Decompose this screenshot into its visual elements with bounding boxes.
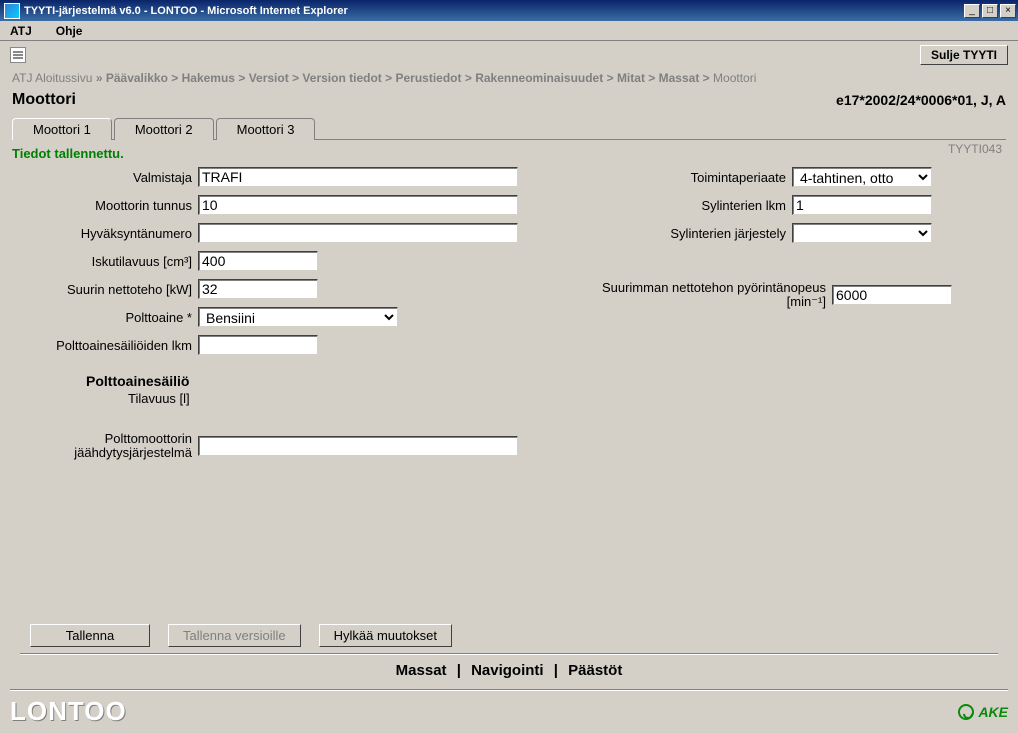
label-rpm: Suurimman nettotehon pyörintänopeus [min… [552,281,832,309]
breadcrumb-sep: > [238,71,245,85]
breadcrumb-item[interactable]: Päävalikko [106,71,168,85]
breadcrumb-sep: > [292,71,299,85]
input-valmistaja[interactable] [198,167,518,187]
document-icon[interactable] [10,47,26,63]
nav-sep: | [455,662,463,679]
form-panel: TYYTI043 Tiedot tallennettu. Valmistaja … [0,140,1018,468]
label-syl-lkm: Sylinterien lkm [552,198,792,213]
select-polttoaine[interactable]: Bensiini [198,307,398,327]
breadcrumb-item[interactable]: Rakenneominaisuudet [475,71,603,85]
menu-ohje[interactable]: Ohje [56,24,83,38]
input-jaahdytys[interactable] [198,436,518,456]
input-rpm[interactable] [832,285,952,305]
footer: LONTOO AKE [10,696,1008,727]
breadcrumb-sep: > [385,71,392,85]
right-column: Toimintaperiaate 4-tahtinen, otto Sylint… [552,167,1006,468]
breadcrumb-item[interactable]: Version tiedot [302,71,381,85]
select-syl-jarjestely[interactable] [792,223,932,243]
discard-button[interactable]: Hylkää muutokset [319,624,452,647]
app-icon [4,3,20,19]
input-hyvaksyntanumero[interactable] [198,223,518,243]
page-header: Moottori e17*2002/24*0006*01, J, A [0,89,1018,115]
input-sailioiden-lkm[interactable] [198,335,318,355]
breadcrumb-item[interactable]: Hakemus [182,71,235,85]
tab-moottori-3[interactable]: Moottori 3 [216,118,316,140]
nav-row: Massat | Navigointi | Päästöt [0,662,1018,679]
label-toimintaperiaate: Toimintaperiaate [552,170,792,185]
input-iskutilavuus[interactable] [198,251,318,271]
tab-bar: Moottori 1 Moottori 2 Moottori 3 [0,115,1018,139]
page-title: Moottori [12,91,76,109]
breadcrumb-sep: > [465,71,472,85]
menu-atj[interactable]: ATJ [10,24,32,38]
breadcrumb-item-current: Moottori [713,71,756,85]
label-moottorin-tunnus: Moottorin tunnus [12,198,198,213]
label-jaahdytys: Polttomoottorin jäähdytysjärjestelmä [12,432,198,460]
breadcrumb-sep: > [703,71,710,85]
save-button[interactable]: Tallenna [30,624,150,647]
menubar: ATJ Ohje [0,21,1018,41]
left-column: Valmistaja Moottorin tunnus Hyväksyntänu… [12,167,532,468]
breadcrumb-sep: > [171,71,178,85]
toolbar: Sulje TYYTI [0,41,1018,69]
label-sailioiden-lkm: Polttoainesäiliöiden lkm [12,338,198,353]
content-area: Sulje TYYTI ATJ Aloitussivu » Päävalikko… [0,41,1018,733]
nav-sep: | [552,662,560,679]
tab-moottori-2[interactable]: Moottori 2 [114,118,214,140]
panel-code: TYYTI043 [948,142,1002,156]
label-valmistaja: Valmistaja [12,170,198,185]
breadcrumb-item[interactable]: Massat [659,71,700,85]
window-close-button[interactable]: × [1000,4,1016,18]
window-title: TYYTI-järjestelmä v6.0 - LONTOO - Micros… [24,5,348,17]
breadcrumb: ATJ Aloitussivu » Päävalikko > Hakemus >… [0,69,1018,89]
input-suurin-nettoteho[interactable] [198,279,318,299]
nav-prev[interactable]: Massat [392,662,451,679]
input-syl-lkm[interactable] [792,195,932,215]
breadcrumb-sep: > [648,71,655,85]
label-iskutilavuus: Iskutilavuus [cm³] [12,254,198,269]
breadcrumb-item[interactable]: Mitat [617,71,645,85]
breadcrumb-sep: > [607,71,614,85]
nav-next[interactable]: Päästöt [564,662,626,679]
nav-navigate[interactable]: Navigointi [467,662,548,679]
window-minimize-button[interactable]: _ [964,4,980,18]
save-versions-button[interactable]: Tallenna versioille [168,624,301,647]
environment-label: LONTOO [10,696,127,727]
ake-logo: AKE [958,704,1008,720]
saved-message: Tiedot tallennettu. [12,144,1006,167]
close-tyyti-button[interactable]: Sulje TYYTI [920,45,1008,65]
label-tilavuus: Tilavuus [l] [128,391,532,406]
approval-code: e17*2002/24*0006*01, J, A [836,92,1006,108]
breadcrumb-sep: » [96,71,103,85]
label-suurin-nettoteho: Suurin nettoteho [kW] [12,282,198,297]
breadcrumb-item[interactable]: Versiot [249,71,289,85]
input-moottorin-tunnus[interactable] [198,195,518,215]
label-polttoaine: Polttoaine * [12,310,198,325]
section-polttoainesailio: Polttoainesäiliö [86,373,532,389]
window-titlebar: TYYTI-järjestelmä v6.0 - LONTOO - Micros… [0,0,1018,21]
breadcrumb-item[interactable]: Perustiedot [395,71,461,85]
ake-icon [958,704,974,720]
button-row: Tallenna Tallenna versioille Hylkää muut… [30,624,452,647]
tab-moottori-1[interactable]: Moottori 1 [12,118,112,140]
window-maximize-button[interactable]: □ [982,4,998,18]
label-hyvaksyntanumero: Hyväksyntänumero [12,226,198,241]
select-toimintaperiaate[interactable]: 4-tahtinen, otto [792,167,932,187]
breadcrumb-item[interactable]: ATJ Aloitussivu [12,71,92,85]
separator [20,653,998,655]
label-syl-jarjestely: Sylinterien järjestely [552,226,792,241]
footer-separator [10,689,1008,691]
